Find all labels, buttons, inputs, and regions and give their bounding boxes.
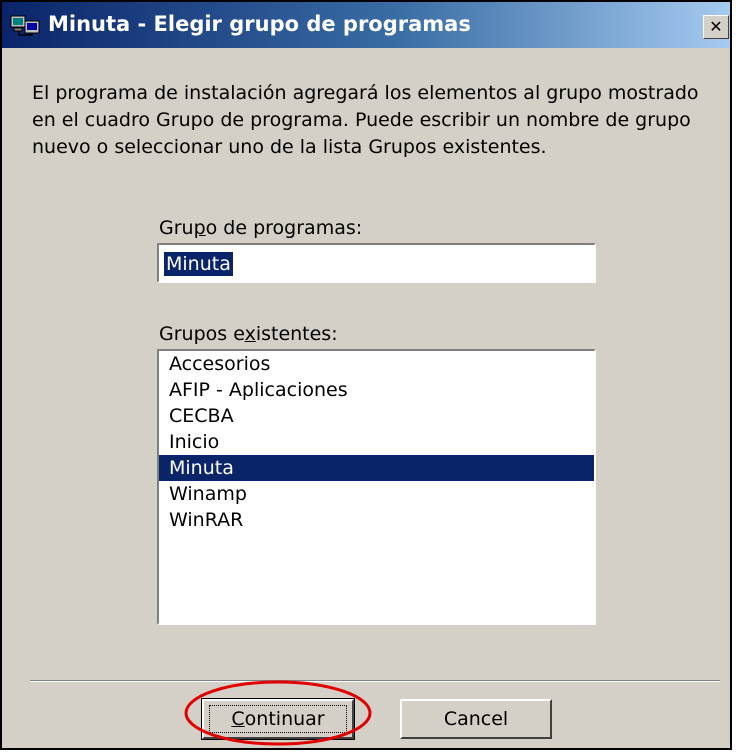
program-group-value: Minuta	[164, 252, 233, 276]
title-bar[interactable]: Minuta - Elegir grupo de programas ✕	[2, 2, 730, 48]
installer-icon	[10, 15, 40, 36]
window-title: Minuta - Elegir grupo de programas	[48, 12, 471, 36]
list-item-cecba[interactable]: CECBA	[159, 403, 594, 429]
list-item-accesorios[interactable]: Accesorios	[159, 351, 594, 377]
close-icon: ✕	[709, 17, 723, 36]
cancel-button[interactable]: Cancel	[400, 699, 552, 739]
program-group-label: Grupo de programas:	[159, 217, 363, 239]
cancel-button-label: Cancel	[443, 708, 509, 730]
list-item-winrar[interactable]: WinRAR	[159, 507, 594, 533]
close-button[interactable]: ✕	[703, 15, 729, 39]
program-group-input[interactable]: Minuta	[157, 243, 596, 283]
existing-groups-list[interactable]: Accesorios AFIP - Aplicaciones CECBA Ini…	[157, 349, 596, 625]
list-item-inicio[interactable]: Inicio	[159, 429, 594, 455]
existing-groups-label: Grupos existentes:	[159, 323, 338, 345]
list-item-afip-aplicaciones[interactable]: AFIP - Aplicaciones	[159, 377, 594, 403]
separator-highlight	[30, 681, 720, 682]
annotation-ellipse	[184, 680, 372, 746]
instructions-text: El programa de instalación agregará los …	[32, 82, 699, 158]
list-item-minuta[interactable]: Minuta	[159, 455, 594, 481]
dialog-window: Minuta - Elegir grupo de programas ✕ El …	[0, 0, 732, 750]
list-item-winamp[interactable]: Winamp	[159, 481, 594, 507]
